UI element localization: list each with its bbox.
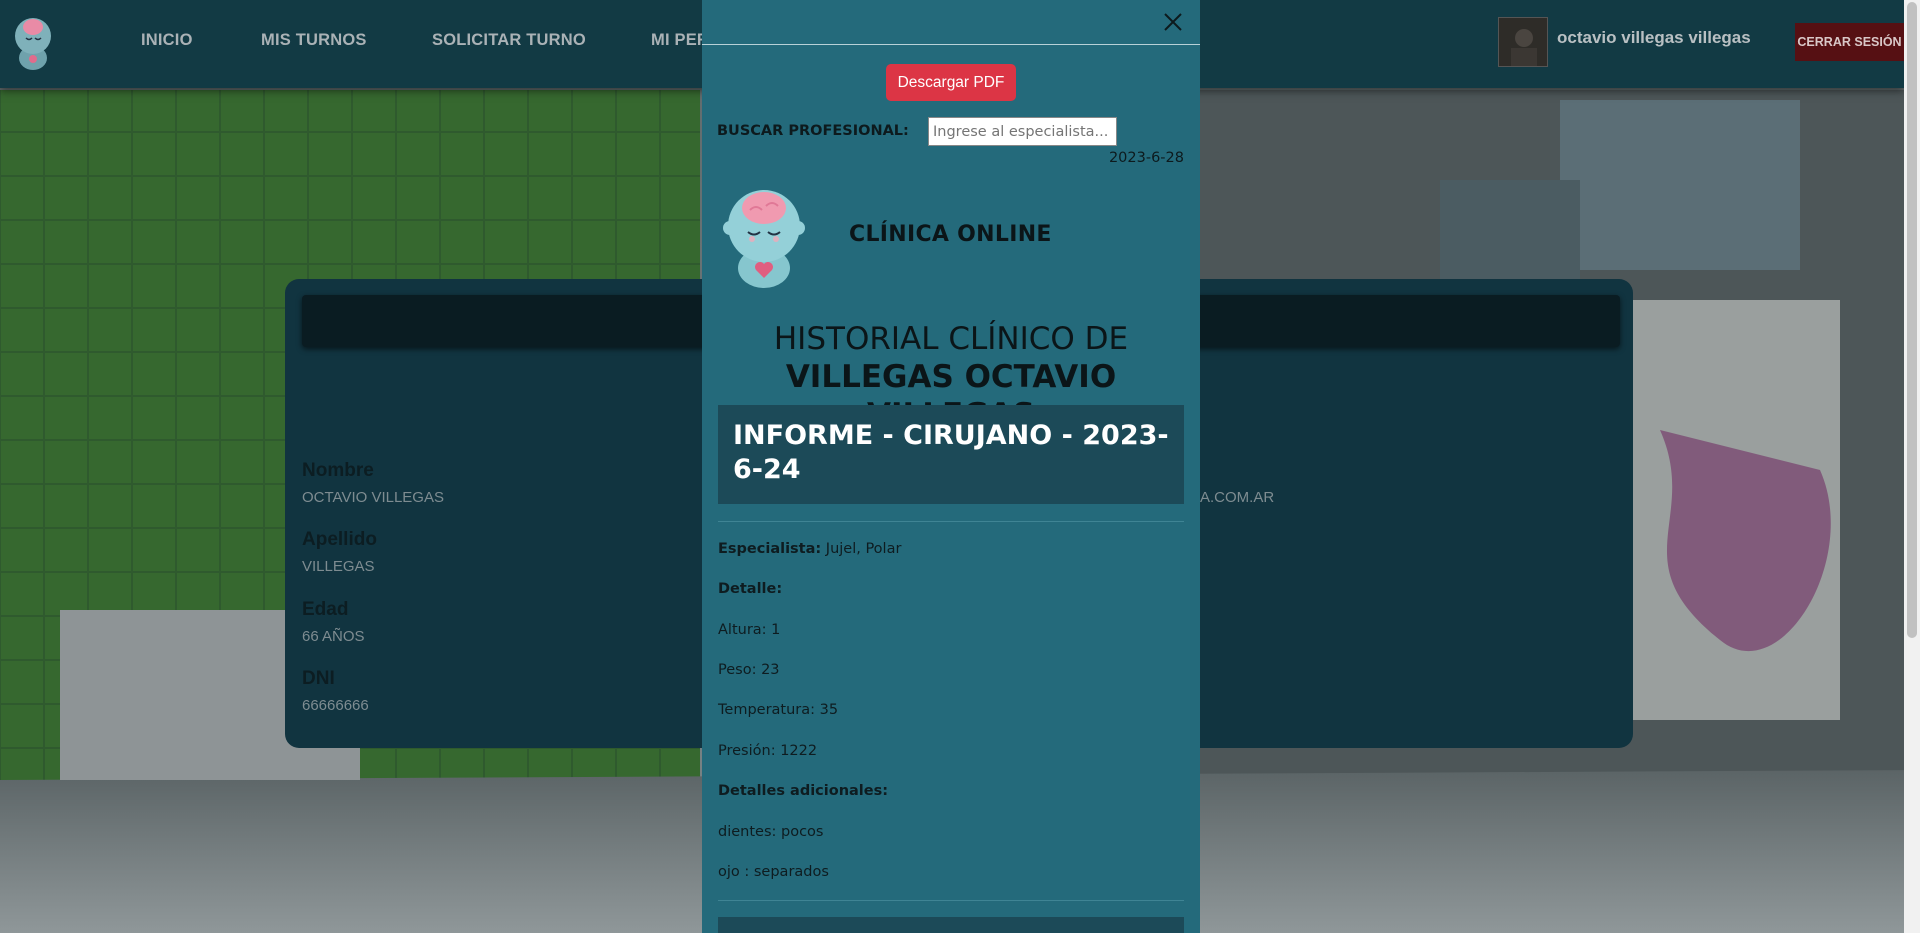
additional-details-label: Detalles adicionales: (718, 783, 889, 799)
field-value-nombre: OCTAVIO VILLEGAS (302, 489, 444, 506)
report-prefix: INFORME - (733, 420, 904, 451)
peso-value: Peso: 23 (718, 662, 780, 678)
field-value-email: A.COM.AR (1200, 489, 1275, 506)
close-icon[interactable] (1162, 11, 1184, 33)
extra-detail-dientes: dientes: pocos (718, 824, 824, 840)
presion-value: Presión: 1222 (718, 743, 818, 759)
specialist-row: Especialista: Jujel, Polar (718, 541, 901, 557)
search-professional-label: BUSCAR PROFESIONAL: (717, 123, 909, 139)
nav-link-mis-turnos[interactable]: MIS TURNOS (261, 31, 367, 50)
search-professional-input[interactable] (928, 117, 1117, 146)
field-value-dni: 66666666 (302, 697, 369, 714)
field-label-apellido: Apellido (302, 529, 377, 550)
clinical-history-modal: Descargar PDF BUSCAR PROFESIONAL: 2023-6… (702, 0, 1200, 933)
user-avatar[interactable] (1498, 17, 1548, 67)
document-date: 2023-6-28 (1108, 150, 1184, 166)
history-title-text: HISTORIAL CLÍNICO DE (773, 321, 1129, 357)
field-value-edad: 66 AÑOS (302, 628, 365, 645)
nav-link-mi-perfil[interactable]: MI PER (651, 31, 709, 50)
clinic-name: CLÍNICA ONLINE (849, 222, 1052, 247)
specialist-value: Jujel, Polar (821, 541, 902, 557)
page-scrollbar[interactable] (1904, 0, 1920, 933)
divider (718, 521, 1184, 522)
temperatura-value: Temperatura: 35 (718, 702, 839, 718)
field-value-apellido: VILLEGAS (302, 558, 375, 575)
logout-button[interactable]: CERRAR SESIÓN (1795, 23, 1904, 61)
altura-value: Altura: 1 (718, 622, 781, 638)
user-name: octavio villegas villegas (1557, 28, 1751, 47)
report-title: INFORME - CIRUJANO - 2023-6-24 (733, 419, 1169, 487)
nav-link-solicitar-turno[interactable]: SOLICITAR TURNO (432, 31, 586, 50)
specialist-label: Especialista: (718, 541, 822, 557)
divider (718, 900, 1184, 901)
detail-label: Detalle: (718, 581, 783, 597)
field-label-dni: DNI (302, 668, 335, 689)
field-label-nombre: Nombre (302, 460, 374, 481)
clinic-logo-icon (720, 184, 808, 288)
field-label-edad: Edad (302, 599, 349, 620)
download-pdf-button[interactable]: Descargar PDF (886, 64, 1016, 101)
clinic-logo-icon[interactable] (8, 14, 58, 70)
scrollbar-thumb[interactable] (1907, 2, 1917, 638)
next-report-header (718, 917, 1184, 933)
nav-link-inicio[interactable]: INICIO (141, 31, 193, 50)
extra-detail-ojo: ojo : separados (718, 864, 829, 880)
report-specialty: CIRUJANO (903, 420, 1053, 451)
report-header: INFORME - CIRUJANO - 2023-6-24 (718, 405, 1184, 504)
modal-header (702, 0, 1200, 45)
